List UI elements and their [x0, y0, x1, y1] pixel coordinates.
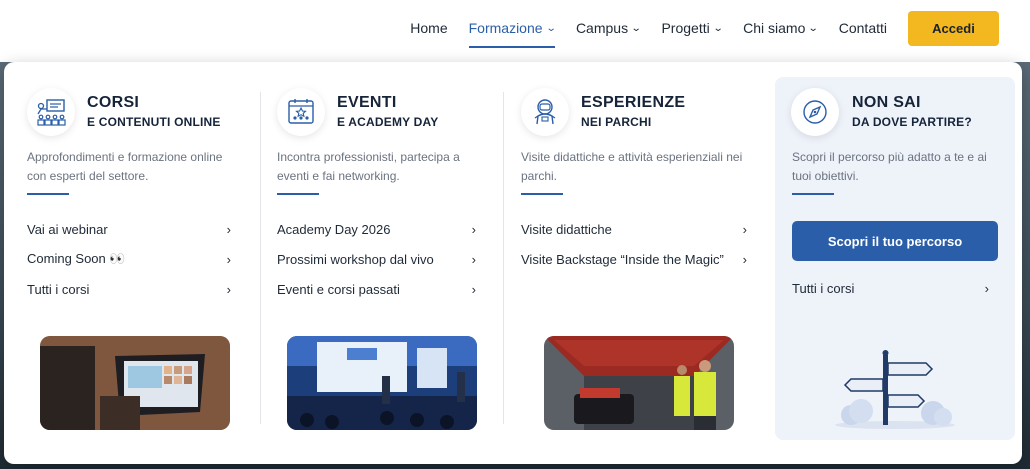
nav-formazione[interactable]: Formazione ⌄ [468, 20, 557, 48]
column-description: Approfondimenti e formazione online con … [27, 150, 223, 183]
column-eventi: EVENTI E ACADEMY DAY Incontra profession… [254, 62, 504, 464]
column-subtitle: E CONTENUTI ONLINE [87, 115, 221, 129]
link-label: Tutti i corsi [27, 281, 90, 297]
nav-campus[interactable]: Campus ⌄ [575, 20, 642, 36]
nav-chi-siamo-label: Chi siamo [743, 20, 806, 36]
column-links: Visite didattiche › Visite Backstage “Ins… [521, 214, 747, 274]
park-photo [544, 336, 734, 430]
link-visite-didattiche[interactable]: Visite didattiche › [521, 214, 747, 244]
nav-chi-siamo[interactable]: Chi siamo ⌄ [743, 20, 820, 36]
column-header: CORSI E CONTENUTI ONLINE [27, 88, 221, 136]
webinar-photo [40, 336, 230, 430]
nav-contatti-label: Contatti [838, 20, 887, 36]
column-title: CORSI [87, 94, 140, 111]
nav-progetti[interactable]: Progetti ⌄ [661, 20, 724, 36]
link-label: Prossimi workshop dal vivo [277, 251, 434, 267]
chevron-right-icon: › [742, 251, 747, 267]
column-esperienze: ESPERIENZE NEI PARCHI Visite didattiche … [498, 62, 768, 464]
column-description: Scopri il percorso più adatto a te e ai … [792, 150, 987, 183]
nav-campus-label: Campus [575, 20, 629, 36]
chevron-right-icon: › [742, 221, 747, 237]
mega-menu-panel: CORSI E CONTENUTI ONLINE Approfondimenti… [4, 62, 1022, 464]
link-visite-backstage[interactable]: Visite Backstage “Inside the Magic” › [521, 244, 747, 274]
nav-home[interactable]: Home [410, 20, 447, 36]
column-description: Incontra professionisti, partecipa a eve… [277, 150, 460, 183]
column-title: EVENTI [337, 94, 397, 111]
event-icon [277, 88, 325, 136]
column-description: Visite didattiche e attività esperienzia… [521, 150, 743, 183]
column-non-sai: NON SAI DA DOVE PARTIRE? Scopri il perco… [775, 77, 1015, 440]
column-links: Vai ai webinar › Coming Soon 👀 › Tutti i c… [27, 214, 231, 304]
link-label: Eventi e corsi passati [277, 281, 400, 297]
top-navigation-bar: Home Formazione ⌄ Campus ⌄ Progetti ⌄ Chi s… [0, 0, 1030, 62]
chevron-down-icon: ⌄ [630, 22, 642, 34]
signpost-illustration [825, 345, 965, 429]
link-tutti-corsi-2[interactable]: Tutti i corsi › [792, 273, 989, 303]
login-button[interactable]: Accedi [908, 10, 999, 46]
chevron-right-icon: › [226, 221, 231, 237]
column-subtitle: E ACADEMY DAY [337, 115, 439, 129]
column-title: ESPERIENZE [581, 94, 686, 111]
chevron-right-icon: › [471, 221, 476, 237]
chevron-down-icon: ⌄ [712, 22, 724, 34]
classroom-icon [27, 88, 75, 136]
accent-line [521, 193, 563, 195]
column-links: Tutti i corsi › [792, 273, 989, 303]
link-label: Visite didattiche [521, 221, 612, 237]
column-header: EVENTI E ACADEMY DAY [277, 88, 439, 136]
nav-contatti[interactable]: Contatti [839, 20, 887, 36]
chevron-down-icon: ⌄ [545, 22, 557, 34]
event-photo [287, 336, 477, 430]
link-workshop[interactable]: Prossimi workshop dal vivo › [277, 244, 476, 274]
chevron-down-icon: ⌄ [808, 22, 820, 34]
main-nav: Home Formazione ⌄ Campus ⌄ Progetti ⌄ Chi s… [410, 0, 1030, 56]
link-academy-day[interactable]: Academy Day 2026 › [277, 214, 476, 244]
link-label: Visite Backstage “Inside the Magic” [521, 251, 724, 267]
link-label: Tutti i corsi [792, 280, 855, 296]
link-tutti-corsi[interactable]: Tutti i corsi › [27, 274, 231, 304]
nav-progetti-label: Progetti [661, 20, 710, 36]
column-corsi: CORSI E CONTENUTI ONLINE Approfondimenti… [4, 62, 260, 464]
chevron-right-icon: › [984, 280, 989, 296]
nav-formazione-label: Formazione [468, 20, 543, 36]
accent-line [792, 193, 834, 195]
accent-line [277, 193, 319, 195]
chevron-right-icon: › [226, 281, 231, 297]
column-header: NON SAI DA DOVE PARTIRE? [791, 88, 972, 136]
chevron-right-icon: › [226, 251, 231, 267]
column-title: NON SAI [852, 94, 921, 111]
column-subtitle: DA DOVE PARTIRE? [852, 115, 972, 129]
link-label: Vai ai webinar [27, 221, 108, 237]
link-label: Coming Soon 👀 [27, 251, 126, 266]
link-coming-soon[interactable]: Coming Soon 👀 › [27, 244, 231, 274]
column-header: ESPERIENZE NEI PARCHI [521, 88, 685, 136]
chevron-right-icon: › [471, 251, 476, 267]
column-subtitle: NEI PARCHI [581, 115, 652, 129]
link-webinar[interactable]: Vai ai webinar › [27, 214, 231, 244]
nav-home-label: Home [410, 20, 448, 36]
link-label: Academy Day 2026 [277, 221, 391, 237]
column-links: Academy Day 2026 › Prossimi workshop dal … [277, 214, 476, 304]
chevron-right-icon: › [471, 281, 476, 297]
compass-icon [791, 88, 839, 136]
astronaut-icon [521, 88, 569, 136]
discover-path-button[interactable]: Scopri il tuo percorso [792, 221, 998, 261]
link-eventi-passati[interactable]: Eventi e corsi passati › [277, 274, 476, 304]
accent-line [27, 193, 69, 195]
